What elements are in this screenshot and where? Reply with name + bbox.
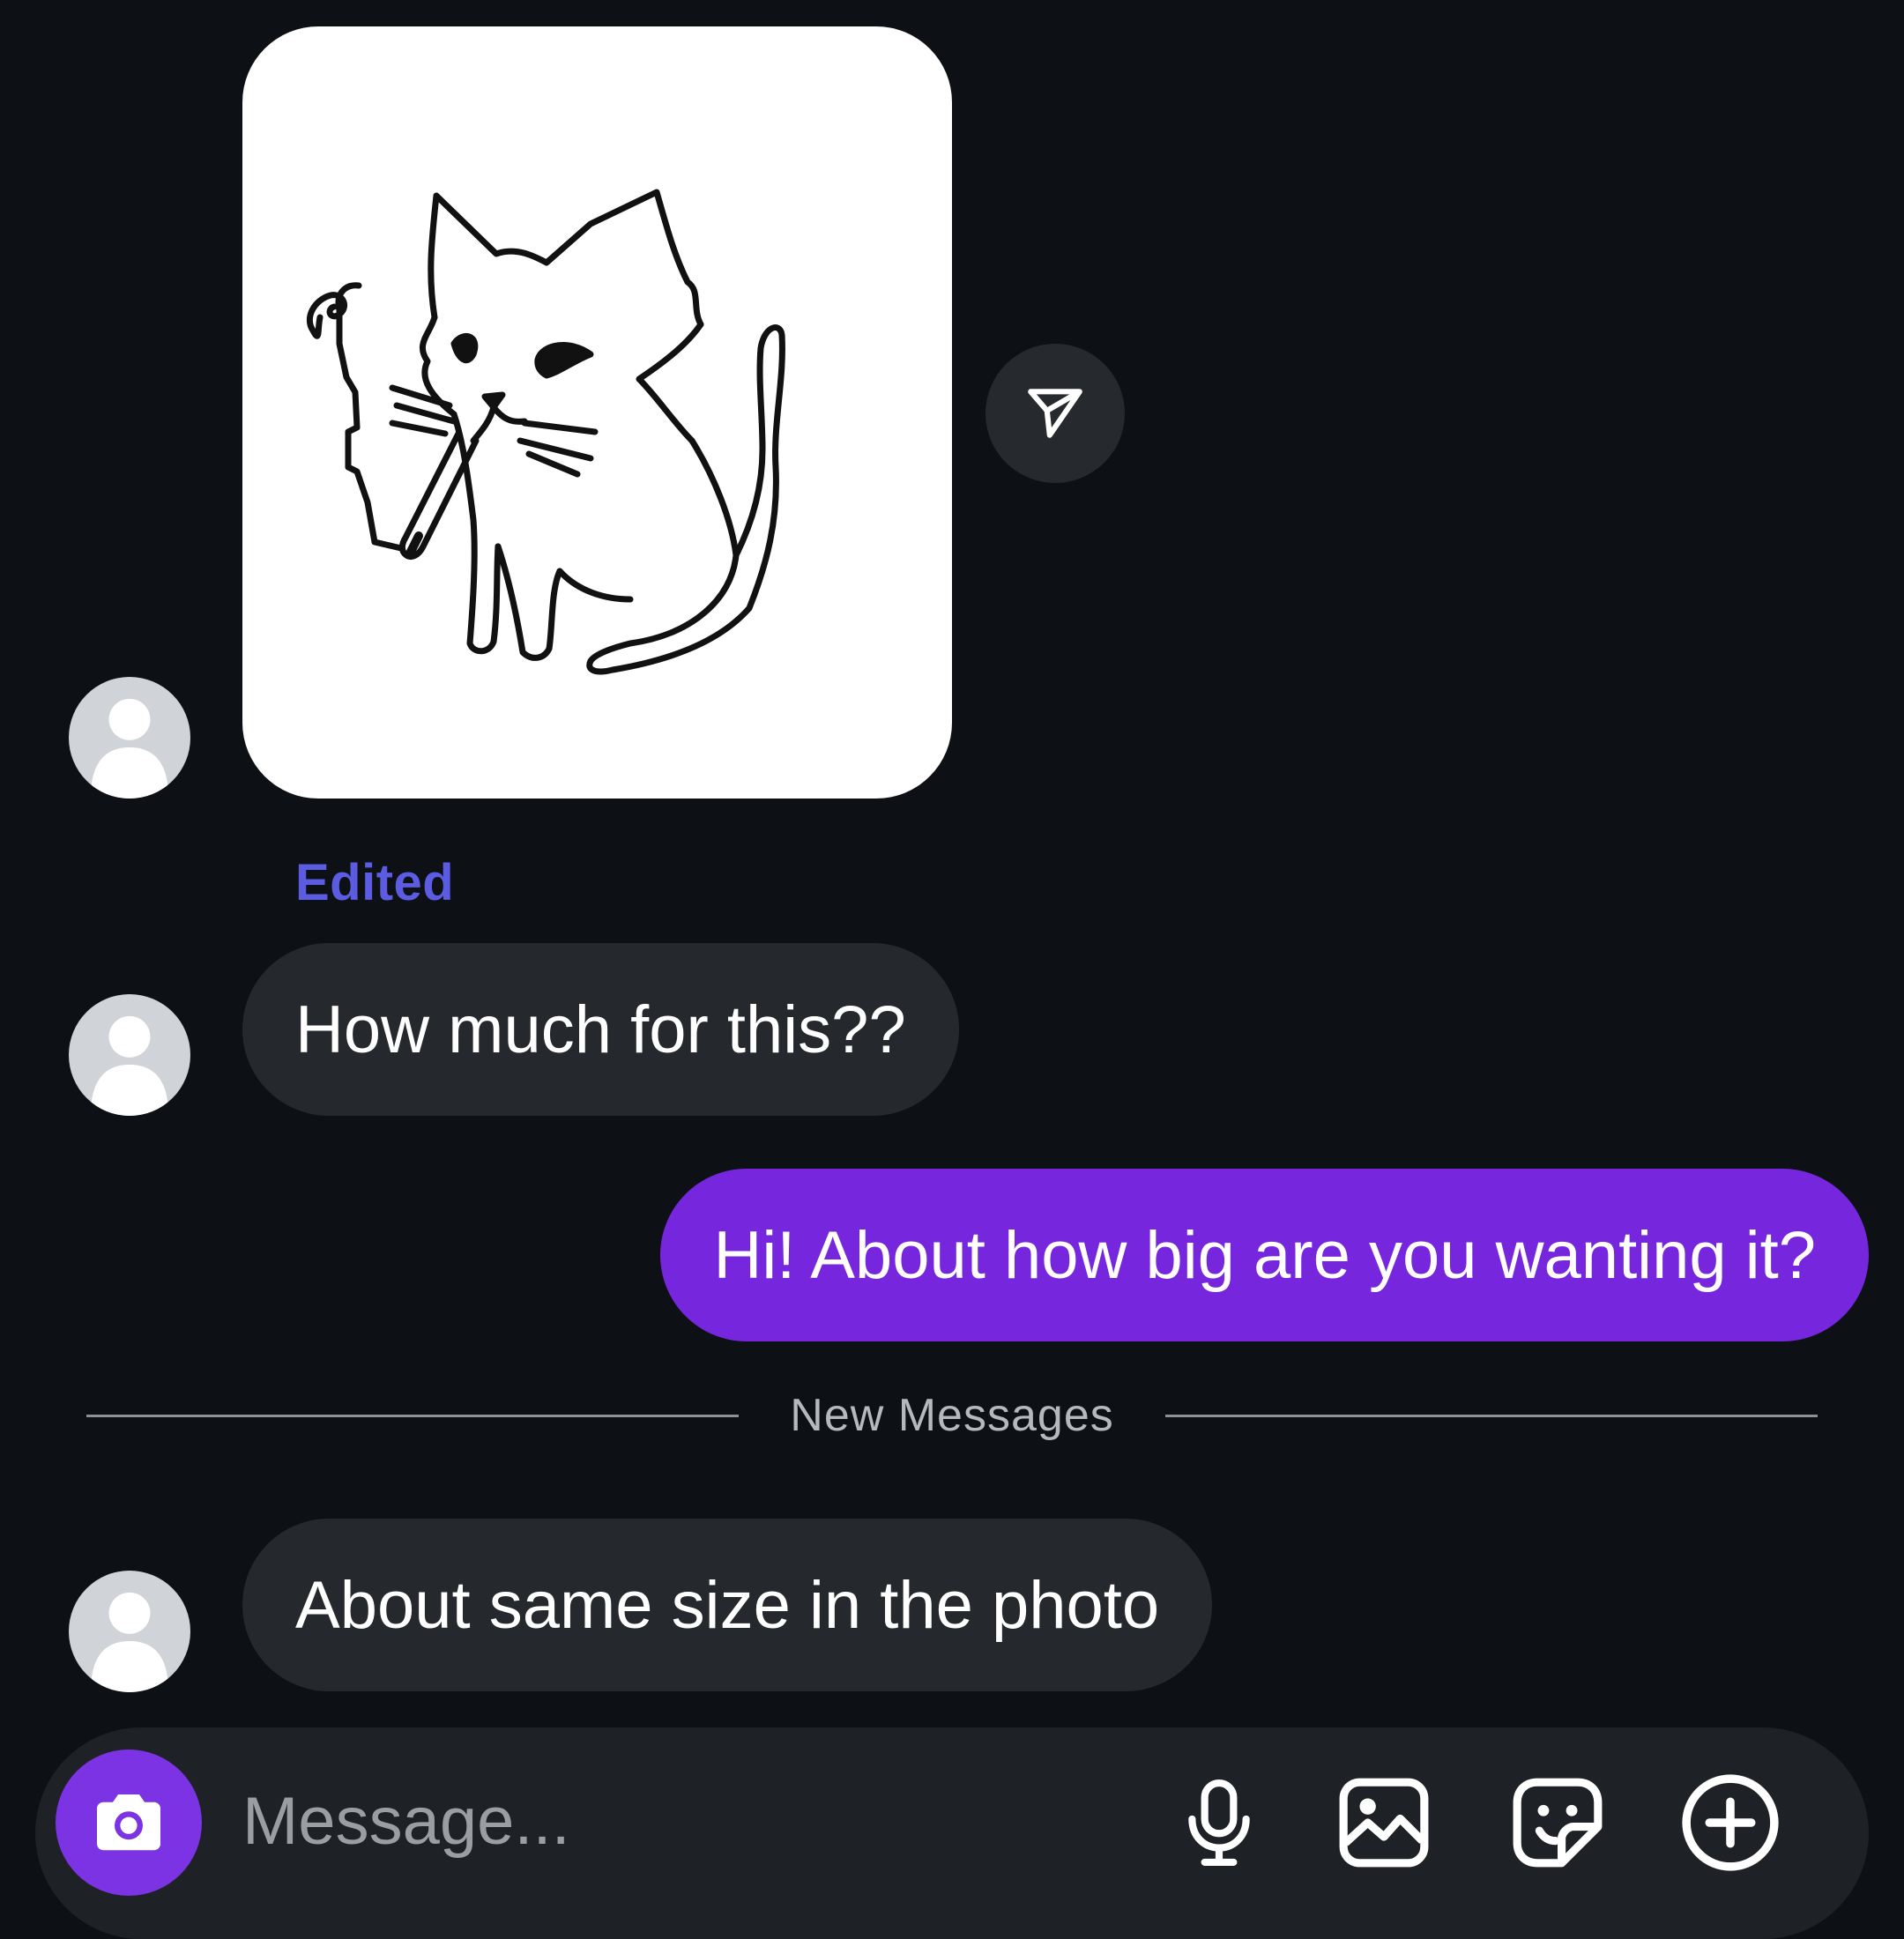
message-input[interactable] [242,1772,1089,1870]
camera-button[interactable] [56,1750,202,1896]
new-messages-divider: New Messages [790,1390,1114,1441]
avatar[interactable] [69,994,190,1116]
avatar[interactable] [69,1571,190,1692]
default-user-icon [90,1592,169,1692]
divider-line [86,1415,739,1417]
edited-label: Edited [295,854,455,911]
sticker-icon [1513,1778,1603,1868]
message-text: How much for this?? [295,992,906,1067]
avatar[interactable] [69,677,190,799]
gallery-button[interactable] [1331,1770,1437,1876]
cat-drawing [306,189,785,675]
more-options-button[interactable] [1677,1770,1783,1876]
default-user-icon [90,1015,169,1116]
share-button[interactable] [985,344,1125,483]
paper-plane-icon [1028,389,1082,438]
microphone-icon [1188,1779,1250,1867]
message-bubble-incoming[interactable]: About same size in the photo [242,1519,1213,1691]
image-icon [1339,1778,1429,1868]
shared-image[interactable] [242,26,952,799]
voice-message-button[interactable] [1166,1770,1272,1876]
plus-circle-icon [1682,1774,1779,1871]
default-user-icon [90,698,169,799]
message-bubble-incoming[interactable]: How much for this?? [242,943,959,1116]
divider-line [1165,1415,1818,1417]
camera-icon [97,1794,160,1851]
message-text: About same size in the photo [295,1567,1160,1643]
sticker-button[interactable] [1505,1770,1610,1876]
message-bubble-outgoing[interactable]: Hi! About how big are you wanting it? [660,1169,1869,1341]
message-text: Hi! About how big are you wanting it? [713,1217,1816,1293]
